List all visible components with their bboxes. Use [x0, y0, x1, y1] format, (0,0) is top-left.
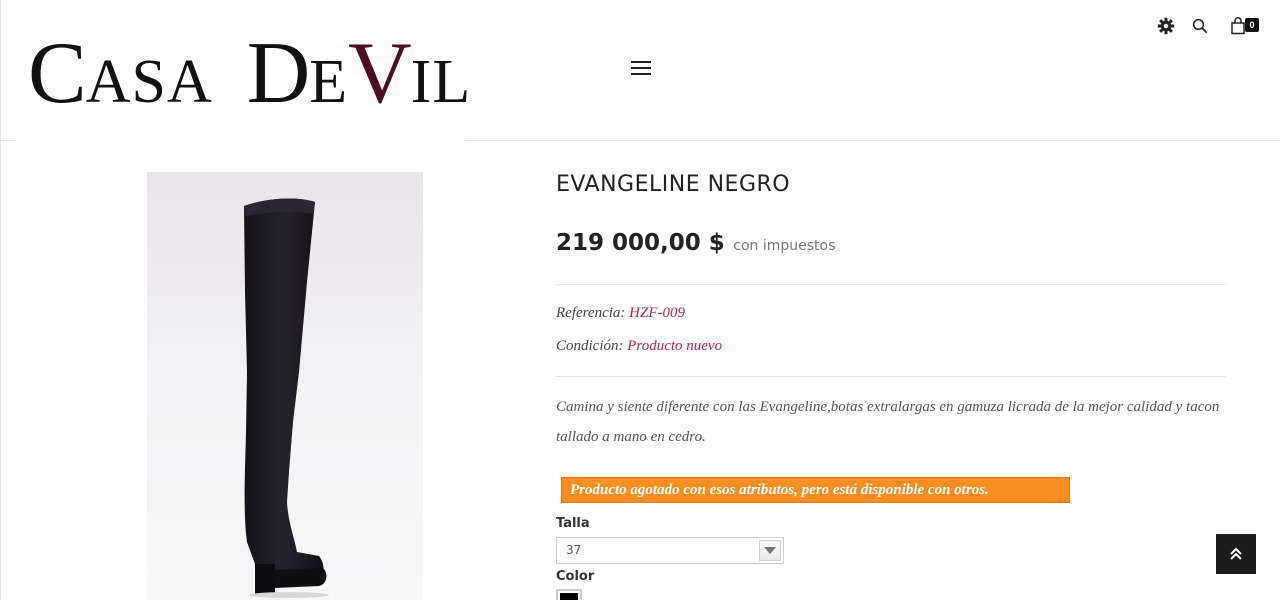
price-row: 219 000,00 $ con impuestos: [556, 230, 835, 256]
size-select[interactable]: 37: [556, 537, 784, 564]
divider: [556, 284, 1226, 285]
back-to-top-button[interactable]: [1216, 534, 1256, 574]
product-title: EVANGELINE NEGRO: [556, 172, 791, 197]
search-icon[interactable]: [1188, 14, 1212, 38]
product-price: 219 000,00 $: [556, 230, 725, 256]
logo-text: IL: [410, 48, 472, 116]
logo-accent-letter: V: [348, 25, 412, 122]
cart-count-badge: 0: [1245, 18, 1259, 32]
size-selected-value: 37: [566, 543, 582, 557]
product-image[interactable]: [147, 172, 423, 600]
tax-note: con impuestos: [733, 238, 836, 254]
color-swatch-black[interactable]: [556, 589, 582, 600]
product-condition: Condición: Producto nuevo: [556, 338, 722, 355]
logo-text: E: [309, 48, 349, 116]
chevron-down-icon[interactable]: [759, 540, 781, 561]
condition-label: Condición:: [556, 338, 624, 354]
availability-alert: Producto agotado con esos atributos, per…: [561, 477, 1070, 503]
site-header: CASA DEVIL 0: [0, 0, 1280, 600]
condition-value: Producto nuevo: [627, 338, 723, 354]
double-chevron-up-icon: [1230, 547, 1242, 560]
logo-letter: D: [246, 25, 311, 122]
size-label: Talla: [556, 516, 590, 531]
site-logo[interactable]: CASA DEVIL: [28, 30, 471, 120]
divider: [556, 376, 1226, 377]
menu-icon[interactable]: [631, 61, 651, 77]
reference-label: Referencia:: [556, 305, 626, 321]
color-label: Color: [556, 569, 595, 584]
settings-icon[interactable]: [1154, 14, 1178, 38]
logo-text: ASA: [85, 48, 213, 116]
product-reference: Referencia: HZF-009: [556, 305, 685, 322]
reference-value: HZF-009: [629, 305, 685, 321]
logo-letter: C: [28, 25, 87, 122]
product-description: Camina y siente diferente con las Evange…: [556, 399, 1220, 445]
